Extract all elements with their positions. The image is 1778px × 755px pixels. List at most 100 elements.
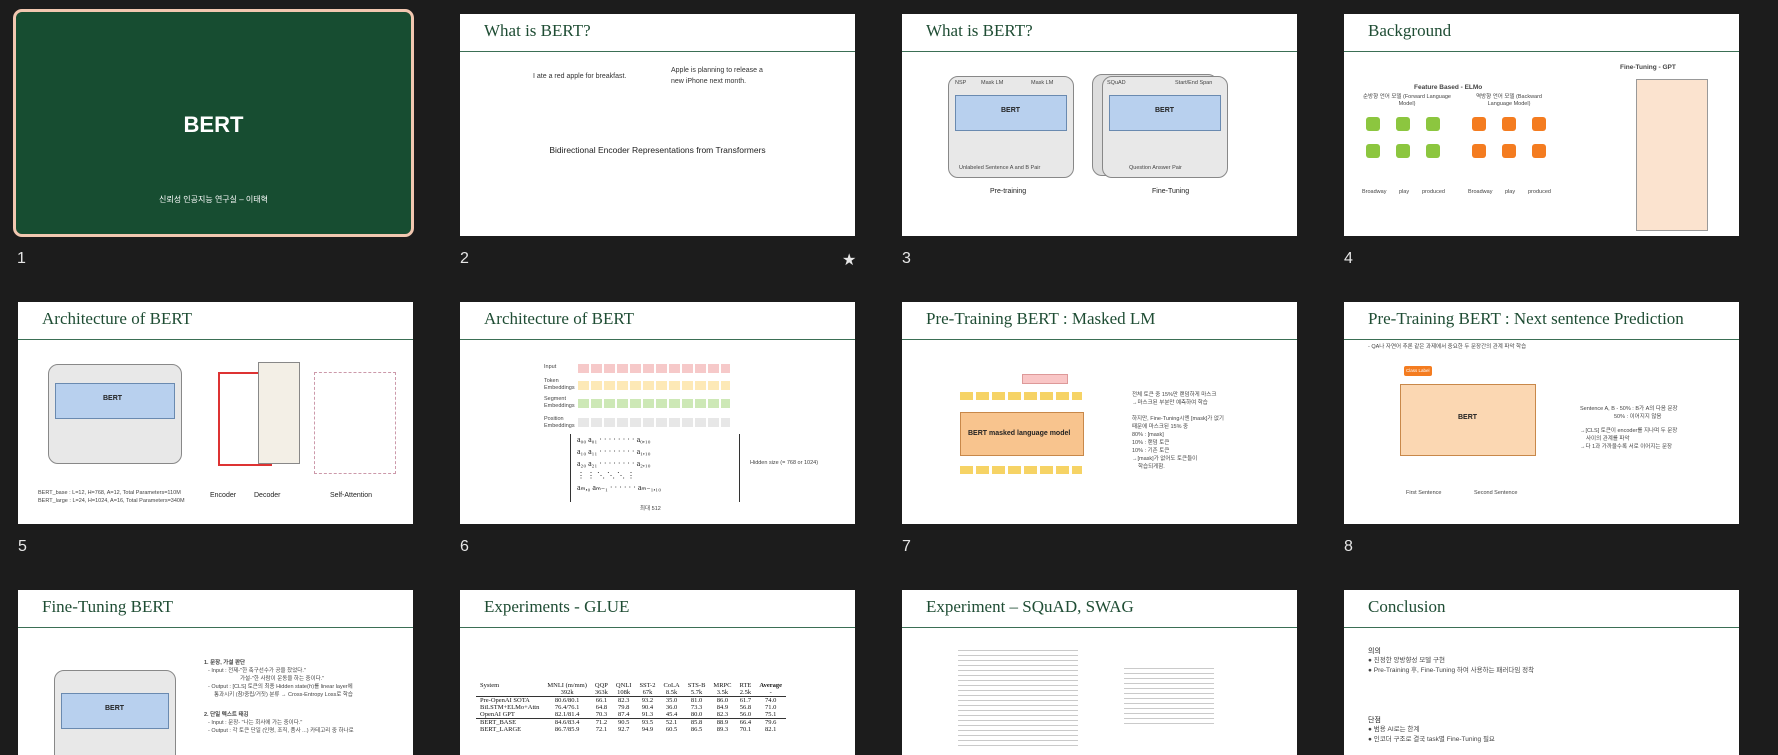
- diagram-caption: Fine-Tuning: [1152, 188, 1190, 195]
- section-heading: 단점: [1368, 717, 1381, 724]
- note-line: - QA나 자연어 추론 같은 과제에서 중요한 두 문장간의 관계 파악 학습: [1368, 344, 1527, 350]
- note-line: 사이의 관계를 파악: [1586, 436, 1630, 442]
- section-heading: 의의: [1368, 648, 1381, 655]
- class-label-text: Class Label: [1406, 368, 1430, 373]
- note-line: →마스크된 부분만 예측하여 학습: [1132, 400, 1208, 406]
- segment-label: Second Sentence: [1474, 490, 1518, 496]
- slide-thumbnail-3[interactable]: What is BERT? BERT NSP Mask LM Mask LM U…: [902, 14, 1297, 236]
- table-row: Pre-OpenAI SOTA 80.6/80.1 66.1 82.3 93.2 35.0…: [480, 697, 777, 704]
- note-line: 학습되게함.: [1138, 464, 1165, 470]
- segment-label: First Sentence: [1406, 490, 1442, 496]
- slide-thumbnail-7[interactable]: Pre-Training BERT : Masked LM BERT maske…: [902, 302, 1297, 524]
- slide-thumbnail-11[interactable]: Experiment – SQuAD, SWAG: [902, 590, 1297, 755]
- embedding-matrix: a₀₀ a₀₁ · · · · · · · · a₀,₁₀ a₁₀ a₁₁ · ·…: [570, 434, 740, 502]
- title-divider: [902, 51, 1297, 52]
- title-divider: [1344, 339, 1739, 340]
- bullet-item: ● 진정한 양방향성 모델 구현: [1368, 657, 1445, 664]
- row-label: Segment Embeddings: [544, 396, 575, 410]
- word-label: produced: [1422, 189, 1445, 195]
- bullet-item: ● 범용 AI로는 한계: [1368, 726, 1420, 733]
- slide-title: Background: [1368, 21, 1452, 40]
- note-line: 때문에 마스크된 15% 중: [1132, 424, 1189, 430]
- note-line: 10% : 기존 토큰: [1132, 448, 1170, 454]
- table-header: System MNLI (m/mm) QQP QNLI SST-2 CoLA STS-B MR…: [480, 682, 783, 689]
- note-line: 가설-"한 사람이 운동을 하는 중이다.": [240, 676, 325, 682]
- note-line: →[mask]가 없어도 토큰들이: [1132, 456, 1198, 462]
- title-divider: [18, 627, 413, 628]
- slide-title: Architecture of BERT: [42, 309, 193, 328]
- bert-label: BERT: [103, 395, 123, 402]
- note-line: Sentence A, B - 50% : B가 A의 다음 문장: [1580, 406, 1678, 412]
- bullet-item: ● Pre-Training 후, Fine-Tuning 하여 사용하는 패러…: [1368, 667, 1535, 674]
- table-row: 392k 363k 108k 67k 8.5k 5.7k 3.5k 2.5k -: [476, 689, 787, 697]
- model-label: BERT masked language model: [968, 430, 1071, 437]
- note-line: 80% : [mask]: [1132, 432, 1164, 438]
- row-label: Input: [544, 364, 557, 370]
- slide-thumbnail-5[interactable]: Architecture of BERT BERT Encoder Decode…: [18, 302, 413, 524]
- diagram-caption: Unlabeled Sentence A and B Pair: [959, 165, 1041, 171]
- title-divider: [902, 339, 1297, 340]
- section-label: 역방향 언어 모델 (Backward Language Model): [1476, 94, 1542, 108]
- slide-thumbnail-4[interactable]: Background Feature Based - ELMo Fine-Tun…: [1344, 14, 1739, 236]
- word-label: produced: [1528, 189, 1551, 195]
- task-label: NSP: [955, 80, 967, 86]
- table-row: BiLSTM+ELMo+Attn 76.4/76.1 64.8 79.8 90.4 36.…: [480, 704, 777, 711]
- note-line: 전체 토큰 중 15%만 랜덤하게 마스크: [1132, 392, 1217, 398]
- task-label: Start/End Span: [1175, 80, 1213, 86]
- slide-number: 4: [1344, 250, 1353, 267]
- note-line: - Input : 전제-"한 축구선수가 공을 찼었다.": [208, 668, 306, 674]
- self-attention-diagram: [314, 372, 396, 474]
- slide-thumbnail-2[interactable]: What is BERT? I ate a red apple for brea…: [460, 14, 855, 236]
- bert-label: BERT: [1001, 107, 1021, 114]
- word-label: play: [1399, 189, 1410, 195]
- slide-number: 8: [1344, 538, 1353, 555]
- note-line: - Input : 문장- "나는 회사에 가는 중이다.": [208, 720, 303, 726]
- title-divider: [460, 51, 855, 52]
- row-label: Token Embeddings: [544, 378, 575, 392]
- table-row: OpenAI GPT 82.1/81.4 70.3 87.4 91.3 45.4 80.0 8…: [480, 711, 777, 718]
- slide-thumbnail-6[interactable]: Architecture of BERT Input Token Embeddi…: [460, 302, 855, 524]
- title-divider: [460, 339, 855, 340]
- slide-title: Conclusion: [1368, 597, 1446, 616]
- note-line: →다 1과 가까울수록 서로 이어지는 문장: [1580, 444, 1673, 450]
- star-icon: ★: [842, 252, 857, 269]
- decoder-diagram: [258, 362, 300, 464]
- diagram-caption: Self-Attention: [330, 492, 373, 499]
- slide-number: 3: [902, 250, 911, 267]
- slide-title: Pre-Training BERT : Next sentence Predic…: [1368, 309, 1684, 328]
- slide-thumbnail-1[interactable]: BERT 신뢰성 인공지능 연구실 – 이태혁: [13, 9, 414, 237]
- word-label: play: [1505, 189, 1516, 195]
- slide-number: 7: [902, 538, 911, 555]
- slide-number: 5: [18, 538, 27, 555]
- slide-thumbnail-10[interactable]: Experiments - GLUE System MNLI (m/mm) QQP Q…: [460, 590, 855, 755]
- slide-thumbnail-12[interactable]: Conclusion 의의 ● 진정한 양방향성 모델 구현 ● Pre-Tra…: [1344, 590, 1739, 755]
- note-line: →[CLS] 토큰이 encoder를 지나며 두 문장: [1580, 428, 1678, 434]
- title-divider: [1344, 51, 1739, 52]
- swag-results-table: [1124, 664, 1214, 726]
- section-heading: Fine-Tuning - GPT: [1620, 64, 1676, 71]
- slide-title: BERT: [183, 112, 244, 137]
- slide-subtitle: 신뢰성 인공지능 연구실 – 이태혁: [158, 195, 269, 204]
- slide-thumbnail-8[interactable]: Pre-Training BERT : Next sentence Predic…: [1344, 302, 1739, 524]
- slide-title: Architecture of BERT: [484, 309, 635, 328]
- finetuning-diagram: BERT SQuAD Start/End Span Question Answe…: [1102, 76, 1228, 178]
- note-line: 통과시키 (참/중립/거짓) 분류 → Cross-Entropy Loss로 …: [214, 692, 353, 698]
- slide-title: Fine-Tuning BERT: [42, 597, 174, 616]
- pretraining-diagram: BERT NSP Mask LM Mask LM Unlabeled Sente…: [948, 76, 1074, 178]
- slide-thumbnail-9[interactable]: Fine-Tuning BERT BERT 1. 문장, 가설 판단 - Inp…: [18, 590, 413, 755]
- note-line: 10% : 랜덤 토큰: [1132, 440, 1170, 446]
- slide-number: 6: [460, 538, 469, 555]
- row-label: Position Embeddings: [544, 416, 575, 430]
- slide-number: 1: [17, 250, 26, 267]
- squad-results-table: [958, 646, 1078, 746]
- table-row: BERT_BASE 84.6/83.4 71.2 90.5 93.5 52.1 85.8 88…: [476, 718, 787, 726]
- note-line: 50% : 이어지지 않음: [1614, 414, 1662, 420]
- bullet-item: ● 인코더 구조로 결국 task별 Fine-Tuning 필요: [1368, 736, 1495, 743]
- example-sentence: new iPhone next month.: [671, 78, 747, 85]
- task-label: Mask LM: [981, 80, 1004, 86]
- bert-diagram: BERT: [48, 364, 182, 464]
- bert-label: BERT: [1155, 107, 1175, 114]
- spec-line: BERT_large : L=24, H=1024, A=16, Total P…: [38, 498, 185, 504]
- title-divider: [460, 627, 855, 628]
- title-divider: [902, 627, 1297, 628]
